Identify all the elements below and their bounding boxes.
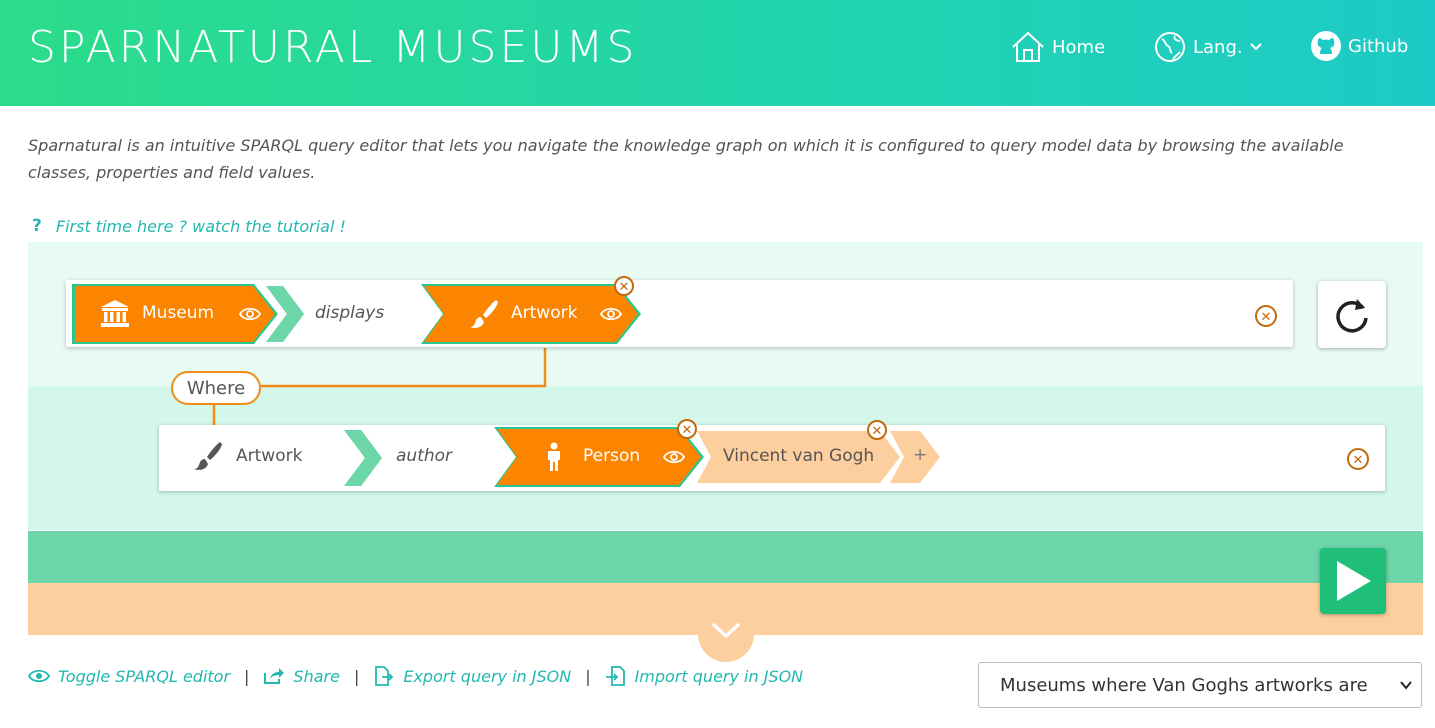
tutorial-label: First time here ? watch the tutorial ! (55, 216, 346, 236)
person-icon (543, 442, 565, 472)
remove-value-icon[interactable]: ✕ (867, 420, 887, 440)
share-link[interactable]: Share (263, 667, 340, 686)
nav-github[interactable]: Github (1310, 30, 1408, 62)
paintbrush-icon (468, 298, 500, 330)
object-label: Artwork (511, 303, 578, 323)
import-json-link[interactable]: Import query in JSON (605, 666, 804, 686)
share-label: Share (293, 666, 340, 686)
eye-icon[interactable] (663, 449, 685, 465)
museum-icon (99, 299, 131, 329)
query-actions: Toggle SPARQL editor | Share | Export qu… (28, 666, 803, 686)
example-query-selected: Museums where Van Goghs artworks are (1000, 674, 1368, 696)
subject-label: Museum (142, 303, 215, 323)
nav-home[interactable]: Home (1010, 30, 1105, 64)
row2-subject[interactable]: Artwork (236, 446, 302, 466)
play-icon (1337, 561, 1371, 601)
link-separator: | (353, 666, 360, 686)
export-json-link[interactable]: Export query in JSON (373, 666, 571, 686)
home-icon (1012, 31, 1044, 62)
app-title: SPARNATURAL MUSEUMS (28, 22, 638, 73)
remove-row-2-icon[interactable]: ✕ (1347, 448, 1369, 470)
question-icon: ? (32, 216, 42, 236)
file-import-icon (605, 666, 625, 686)
subject-museum[interactable]: Museum (75, 286, 275, 342)
link-separator: | (244, 666, 250, 686)
remove-object-icon[interactable]: ✕ (614, 276, 634, 296)
nav-home-label: Home (1052, 36, 1106, 58)
file-export-icon (375, 666, 394, 686)
submit-band (28, 531, 1423, 583)
toggle-sparql-link[interactable]: Toggle SPARQL editor (28, 667, 230, 686)
predicate-displays[interactable]: displays (315, 303, 384, 323)
eye-icon[interactable] (600, 306, 622, 322)
app-header: SPARNATURAL MUSEUMS Home Lang. Github (0, 0, 1435, 106)
nav-github-label: Github (1348, 35, 1409, 57)
remove-row-1-icon[interactable]: ✕ (1255, 305, 1277, 327)
remove-object-icon[interactable]: ✕ (677, 419, 697, 439)
expand-results-button[interactable] (698, 606, 754, 662)
refresh-icon (1336, 298, 1368, 332)
eye-icon[interactable] (239, 306, 261, 322)
toggle-sparql-label: Toggle SPARQL editor (58, 666, 231, 686)
tutorial-link[interactable]: ? First time here ? watch the tutorial ! (32, 216, 346, 236)
submit-query-button[interactable] (1320, 548, 1386, 614)
chevron-down-icon (1400, 681, 1412, 690)
add-value-label: + (913, 445, 928, 465)
example-query-select[interactable]: Museums where Van Goghs artworks are (978, 662, 1422, 708)
where-badge: Where (171, 371, 261, 405)
reset-button[interactable] (1318, 281, 1386, 348)
nav-lang[interactable]: Lang. (1153, 30, 1269, 64)
predicate-author[interactable]: author (396, 446, 452, 466)
chevron-down-icon (711, 622, 741, 639)
object-label: Person (583, 446, 641, 466)
import-json-label: Import query in JSON (634, 666, 804, 686)
link-separator: | (585, 666, 591, 686)
intro-text: Sparnatural is an intuitive SPARQL query… (28, 136, 1344, 182)
share-icon (264, 668, 285, 684)
paintbrush-icon (194, 442, 222, 470)
eye-icon (28, 669, 50, 683)
value-chip[interactable]: Vincent van Gogh (697, 431, 900, 483)
value-label: Vincent van Gogh (723, 446, 875, 466)
nav-lang-label: Lang. (1193, 36, 1243, 58)
object-person[interactable]: Person (497, 429, 701, 485)
object-artwork[interactable]: Artwork (424, 286, 638, 342)
export-json-label: Export query in JSON (403, 666, 572, 686)
chevron-down-icon (1249, 43, 1262, 51)
globe-icon (1155, 32, 1185, 62)
github-icon (1311, 31, 1341, 61)
